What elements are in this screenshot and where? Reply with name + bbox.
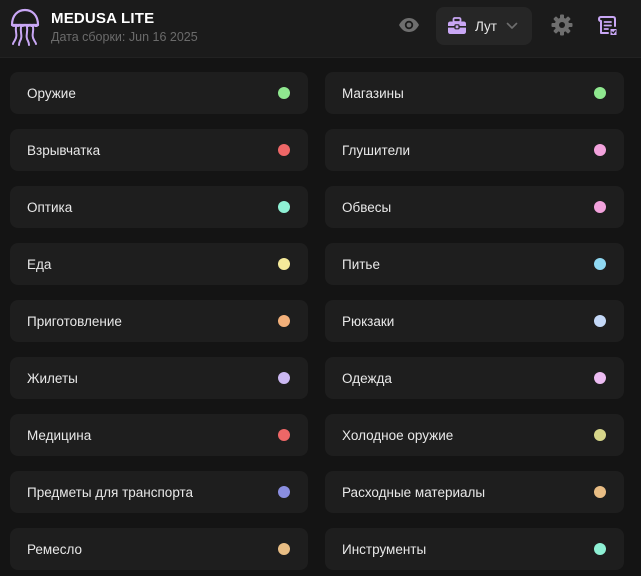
build-date: Дата сборки: Jun 16 2025 [51, 30, 198, 44]
loot-category-item[interactable]: Медицина [10, 414, 308, 456]
category-color-dot[interactable] [278, 201, 290, 213]
category-color-dot[interactable] [278, 486, 290, 498]
loot-category-label: Рюкзаки [342, 313, 395, 329]
loot-category-label: Глушители [342, 142, 411, 158]
loot-category-label: Инструменты [342, 541, 427, 557]
category-color-dot[interactable] [594, 372, 606, 384]
loot-category-item[interactable]: Приготовление [10, 300, 308, 342]
category-color-dot[interactable] [594, 201, 606, 213]
loot-category-item[interactable]: Жилеты [10, 357, 308, 399]
loot-mode-select[interactable]: Лут [436, 7, 532, 45]
category-color-dot[interactable] [278, 429, 290, 441]
loot-category-label: Магазины [342, 85, 404, 101]
app-title: MEDUSA LITE [51, 10, 155, 27]
category-color-dot[interactable] [594, 144, 606, 156]
briefcase-icon [447, 16, 467, 36]
loot-category-item[interactable]: Холодное оружие [325, 414, 624, 456]
scripts-button[interactable] [595, 14, 621, 40]
loot-category-item[interactable]: Расходные материалы [325, 471, 624, 513]
loot-category-label: Предметы для транспорта [27, 484, 194, 500]
loot-category-label: Медицина [27, 427, 92, 443]
category-color-dot[interactable] [278, 87, 290, 99]
loot-category-label: Питье [342, 256, 380, 272]
category-color-dot[interactable] [278, 144, 290, 156]
loot-category-item[interactable]: Еда [10, 243, 308, 285]
loot-category-item[interactable]: Оптика [10, 186, 308, 228]
loot-category-label: Холодное оружие [342, 427, 454, 443]
gear-icon [551, 14, 573, 41]
loot-category-label: Еда [27, 256, 52, 272]
app-window: MEDUSA LITE Дата сборки: Jun 16 2025 Лут… [0, 0, 641, 576]
category-color-dot[interactable] [278, 543, 290, 555]
category-color-dot[interactable] [278, 258, 290, 270]
category-color-dot[interactable] [594, 486, 606, 498]
category-color-dot[interactable] [594, 543, 606, 555]
loot-category-item[interactable]: Инструменты [325, 528, 624, 570]
loot-category-label: Оружие [27, 85, 76, 101]
loot-category-label: Взрывчатка [27, 142, 101, 158]
loot-category-label: Обвесы [342, 199, 392, 215]
jellyfish-icon [8, 8, 42, 46]
category-color-dot[interactable] [594, 315, 606, 327]
loot-category-label: Ремесло [27, 541, 82, 557]
category-color-dot[interactable] [594, 87, 606, 99]
loot-category-label: Одежда [342, 370, 392, 386]
header-bar: MEDUSA LITE Дата сборки: Jun 16 2025 Лут [0, 0, 641, 58]
loot-category-item[interactable]: Обвесы [325, 186, 624, 228]
eye-icon [398, 17, 420, 38]
loot-category-item[interactable]: Оружие [10, 72, 308, 114]
chevron-down-icon [506, 20, 518, 32]
visibility-toggle-button[interactable] [396, 14, 422, 40]
loot-category-item[interactable]: Глушители [325, 129, 624, 171]
loot-category-item[interactable]: Рюкзаки [325, 300, 624, 342]
category-color-dot[interactable] [278, 372, 290, 384]
loot-category-grid: Оружие Магазины Взрывчатка Глушители Оптика О… [10, 72, 624, 570]
loot-category-label: Жилеты [27, 370, 78, 386]
loot-category-item[interactable]: Питье [325, 243, 624, 285]
loot-category-label: Оптика [27, 199, 73, 215]
loot-category-item[interactable]: Одежда [325, 357, 624, 399]
loot-category-label: Приготовление [27, 313, 122, 329]
loot-category-item[interactable]: Предметы для транспорта [10, 471, 308, 513]
loot-category-item[interactable]: Магазины [325, 72, 624, 114]
loot-category-label: Расходные материалы [342, 484, 486, 500]
loot-category-item[interactable]: Взрывчатка [10, 129, 308, 171]
category-color-dot[interactable] [594, 258, 606, 270]
script-list-icon [597, 14, 619, 41]
loot-category-item[interactable]: Ремесло [10, 528, 308, 570]
category-color-dot[interactable] [278, 315, 290, 327]
loot-mode-label: Лут [475, 18, 497, 34]
category-color-dot[interactable] [594, 429, 606, 441]
settings-button[interactable] [549, 14, 575, 40]
